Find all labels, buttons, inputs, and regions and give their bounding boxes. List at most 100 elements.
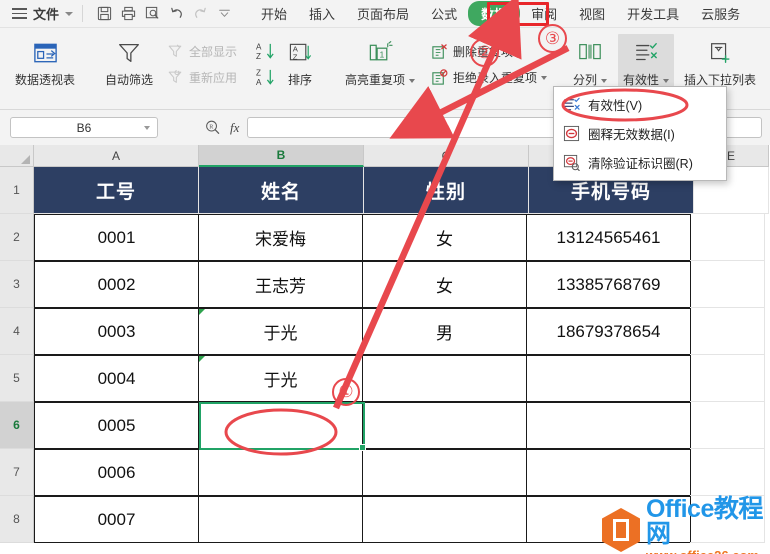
cell-c5[interactable] xyxy=(362,355,527,402)
row-header-1[interactable]: 1 xyxy=(0,167,34,214)
cell-c4[interactable]: 男 xyxy=(362,308,527,355)
select-all-corner[interactable] xyxy=(0,145,34,167)
tab-insert[interactable]: 插入 xyxy=(298,1,346,26)
autofilter-button[interactable]: 自动筛选 xyxy=(96,34,162,88)
cell-d6[interactable] xyxy=(526,402,691,449)
merge-calculate-button[interactable]: 合并计算 xyxy=(766,34,770,88)
svg-text:Z: Z xyxy=(255,68,260,77)
sort-button[interactable]: AZ 排序 xyxy=(278,38,322,88)
tab-cloud-service[interactable]: 云服务 xyxy=(690,1,751,26)
funnel-icon xyxy=(116,38,142,68)
chevron-down-icon[interactable] xyxy=(663,79,669,83)
row-header-8[interactable]: 8 xyxy=(0,496,34,543)
cell-b7[interactable] xyxy=(198,449,363,496)
cell-e2[interactable] xyxy=(690,214,765,261)
cell-c3[interactable]: 女 xyxy=(362,261,527,308)
cell-d5[interactable] xyxy=(526,355,691,402)
cell-e3[interactable] xyxy=(690,261,765,308)
menu-item-validity[interactable]: 有效性(V) xyxy=(554,90,726,119)
tab-start[interactable]: 开始 xyxy=(250,1,298,26)
cell-e5[interactable] xyxy=(690,355,765,402)
print-icon[interactable] xyxy=(116,4,140,24)
delete-duplicates-button[interactable]: 删除重复项 xyxy=(426,38,550,64)
row-header-5[interactable]: 5 xyxy=(0,355,34,402)
row-header-7[interactable]: 7 xyxy=(0,449,34,496)
save-icon[interactable] xyxy=(92,4,116,24)
tab-page-layout[interactable]: 页面布局 xyxy=(346,1,420,26)
undo-icon[interactable] xyxy=(164,4,188,24)
pivot-table-icon xyxy=(32,38,59,68)
hamburger-icon[interactable] xyxy=(12,8,27,19)
tab-data[interactable]: 数据 xyxy=(468,1,520,26)
cell-d2[interactable]: 13124565461 xyxy=(526,214,691,261)
cell-d3[interactable]: 13385768769 xyxy=(526,261,691,308)
chevron-down-icon[interactable] xyxy=(144,126,150,130)
cell-b8[interactable] xyxy=(198,496,363,543)
cell-c7[interactable] xyxy=(362,449,527,496)
row-header-4[interactable]: 4 xyxy=(0,308,34,355)
row-header-6[interactable]: 6 xyxy=(0,402,34,449)
cell-b4[interactable]: 于光 xyxy=(198,308,363,355)
highlight-duplicates-button[interactable]: 1 高亮重复项 xyxy=(334,34,426,88)
cell-c2[interactable]: 女 xyxy=(362,214,527,261)
cell-a2[interactable]: 0001 xyxy=(34,214,199,261)
validity-button[interactable]: 有效性 xyxy=(618,34,674,88)
chevron-down-icon[interactable] xyxy=(65,12,73,16)
pivot-table-label: 数据透视表 xyxy=(15,71,75,88)
cell-b1[interactable]: 姓名 xyxy=(199,167,364,214)
column-header-c[interactable]: C xyxy=(364,145,529,167)
chevron-down-icon[interactable] xyxy=(409,79,415,83)
cell-e6[interactable] xyxy=(690,402,765,449)
cell-b3[interactable]: 王志芳 xyxy=(198,261,363,308)
cell-c1[interactable]: 性别 xyxy=(364,167,529,214)
delete-duplicates-label: 删除重复项 xyxy=(453,43,513,60)
reject-duplicates-button[interactable]: 拒绝录入重复项 xyxy=(426,64,550,90)
cell-c6[interactable] xyxy=(362,402,527,449)
delete-duplicate-icon xyxy=(429,41,449,61)
insert-dropdown-list-button[interactable]: 插入下拉列表 xyxy=(674,34,766,88)
cell-c8[interactable] xyxy=(362,496,527,543)
cell-d7[interactable] xyxy=(526,449,691,496)
print-preview-icon[interactable] xyxy=(140,4,164,24)
highlight-duplicates-label: 高亮重复项 xyxy=(345,71,415,88)
svg-text:A: A xyxy=(255,42,261,51)
name-box[interactable]: B6 xyxy=(10,117,158,138)
cell-a3[interactable]: 0002 xyxy=(34,261,199,308)
cell-d4[interactable]: 18679378654 xyxy=(526,308,691,355)
chevron-down-icon[interactable] xyxy=(601,79,607,83)
cell-e4[interactable] xyxy=(690,308,765,355)
column-header-a[interactable]: A xyxy=(34,145,199,167)
reapply-button: 重新应用 xyxy=(162,64,240,90)
funnel-clear-icon xyxy=(165,41,185,61)
chevron-down-icon[interactable] xyxy=(541,76,547,80)
cell-b6[interactable] xyxy=(198,402,363,449)
fx-label: fx xyxy=(230,120,239,136)
customize-quick-access-icon[interactable] xyxy=(212,4,236,24)
row-header-2[interactable]: 2 xyxy=(0,214,34,261)
tab-review[interactable]: 审阅 xyxy=(520,1,568,26)
sort-za-icon[interactable]: ZA xyxy=(252,64,278,90)
menu-item-clear-validation-circles[interactable]: 清除验证标识圈(R) xyxy=(554,148,726,177)
file-menu-label[interactable]: 文件 xyxy=(33,4,59,23)
tab-view[interactable]: 视图 xyxy=(568,1,616,26)
grid-rows: 1 工号 姓名 性别 手机号码 2 0001 宋爱梅 女 13124565461… xyxy=(0,167,770,543)
cell-a6[interactable]: 0005 xyxy=(34,402,199,449)
split-columns-button[interactable]: 分列 xyxy=(562,34,618,88)
pivot-table-button[interactable]: 数据透视表 xyxy=(6,34,84,88)
cell-a5[interactable]: 0004 xyxy=(34,355,199,402)
formula-zoom-icon[interactable]: R xyxy=(202,118,222,138)
tab-developer-tools[interactable]: 开发工具 xyxy=(616,1,690,26)
tab-formula[interactable]: 公式 xyxy=(420,1,468,26)
redo-icon xyxy=(188,4,212,24)
row-header-3[interactable]: 3 xyxy=(0,261,34,308)
cell-e7[interactable] xyxy=(690,449,765,496)
menu-item-circle-invalid-data[interactable]: 圈释无效数据(I) xyxy=(554,119,726,148)
cell-a8[interactable]: 0007 xyxy=(34,496,199,543)
cell-b5[interactable]: 于光 xyxy=(198,355,363,402)
cell-b2[interactable]: 宋爱梅 xyxy=(198,214,363,261)
sort-az-icon[interactable]: AZ xyxy=(252,38,278,64)
column-header-b[interactable]: B xyxy=(199,145,364,167)
cell-a7[interactable]: 0006 xyxy=(34,449,199,496)
cell-a4[interactable]: 0003 xyxy=(34,308,199,355)
cell-a1[interactable]: 工号 xyxy=(34,167,199,214)
